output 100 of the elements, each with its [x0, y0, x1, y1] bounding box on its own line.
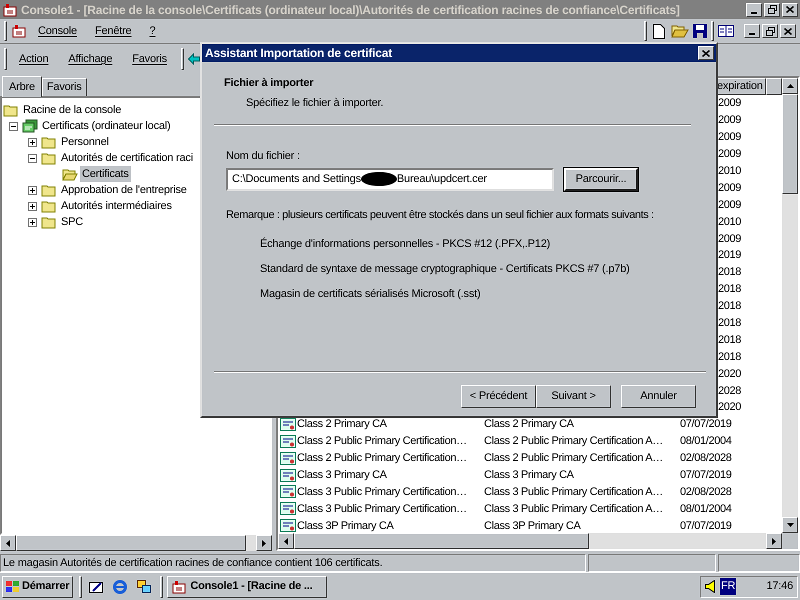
cancel-button[interactable]: Annuler	[621, 385, 696, 408]
browse-button[interactable]: Parcourir...	[564, 168, 638, 190]
scroll-left-button[interactable]	[0, 535, 16, 551]
file-name-field[interactable]: C:\Documents and Settings Bureau\updcert.cer	[226, 168, 554, 190]
window-panes-icon	[718, 25, 734, 37]
tree-item[interactable]: Certificats (ordinateur local)	[40, 118, 172, 134]
format-item: Magasin de certificats sérialisés Microsoft (.sst)	[260, 287, 480, 301]
certificate-icon	[280, 418, 296, 431]
certificate-icon	[280, 519, 296, 532]
table-cell: 2018	[718, 350, 742, 363]
scroll-down-button[interactable]	[782, 517, 798, 533]
start-button[interactable]: Démarrer	[2, 576, 74, 598]
tree-item[interactable]: Certificats	[80, 166, 131, 182]
menu-item[interactable]: Affichage	[60, 48, 120, 70]
console-icon	[2, 2, 18, 18]
taskbar-button[interactable]: Console1 - [Racine de ...	[167, 576, 328, 598]
table-cell: 2018	[718, 317, 742, 330]
windows-logo-icon	[6, 580, 20, 592]
table-cell: 2009	[718, 131, 742, 144]
folder-icon	[62, 166, 78, 182]
menu-item[interactable]: Fenêtre	[88, 20, 138, 42]
table-cell: 2018	[718, 266, 742, 278]
minimize-icon	[751, 12, 757, 14]
right-arrow-icon	[772, 538, 776, 544]
table-cell: Class 3 Public Primary Certification A…	[484, 486, 663, 498]
tree-item[interactable]: Autorités de certification raci	[59, 150, 195, 166]
table-cell: Class 3 Public Primary Certification A…	[484, 502, 663, 515]
expand-icon[interactable]	[28, 138, 37, 146]
minimize-button[interactable]	[744, 24, 760, 38]
table-cell: 2020	[718, 368, 742, 380]
table-cell: 08/01/2004	[680, 502, 732, 515]
table-cell: 02/08/2028	[680, 486, 732, 498]
table-cell: 2009	[718, 232, 742, 245]
tab[interactable]: Arbre	[2, 76, 42, 97]
toolbar-grip	[711, 21, 714, 41]
scroll-up-button[interactable]	[782, 78, 798, 94]
language-indicator[interactable]: FR	[720, 578, 736, 595]
table-cell: 2018	[718, 334, 742, 346]
scroll-right-button[interactable]	[766, 533, 782, 549]
menu-item[interactable]: Console	[31, 20, 84, 42]
tree-item[interactable]: Autorités intermédiaires	[59, 198, 174, 214]
tree-item[interactable]: Approbation de l'entreprise	[59, 182, 189, 198]
next-button[interactable]: Suivant >	[536, 385, 611, 408]
horizontal-scrollbar[interactable]	[0, 535, 272, 551]
down-arrow-icon	[786, 523, 794, 527]
left-arrow-icon	[6, 540, 10, 546]
scroll-thumb[interactable]	[16, 535, 246, 551]
restore-button[interactable]	[762, 24, 778, 38]
restore-button[interactable]	[764, 2, 780, 16]
browser-icon	[113, 580, 128, 594]
format-item: Échange d'informations personnelles - PKCS #12 (.PFX,.P12)	[260, 236, 550, 251]
tab[interactable]: Favoris	[42, 78, 87, 96]
tree-item[interactable]: Personnel	[59, 134, 111, 150]
left-arrow-icon	[284, 538, 288, 544]
speaker-icon	[705, 580, 716, 593]
table-cell: Class 2 Public Primary Certification…	[297, 435, 467, 448]
scroll-left-button[interactable]	[278, 533, 294, 549]
table-cell: 2010	[718, 216, 742, 228]
close-button[interactable]	[698, 46, 714, 60]
menu-item[interactable]: Action	[11, 48, 56, 70]
table-cell: Class 2 Public Primary Certification A…	[484, 452, 663, 464]
dialog-title: Assistant Importation de certificat	[205, 45, 392, 62]
table-cell: 2010	[718, 165, 742, 177]
tree-item[interactable]: Racine de la console	[21, 102, 124, 118]
toolbar-grip	[4, 48, 7, 70]
page-heading: Fichier à importer	[224, 76, 314, 91]
close-button[interactable]	[782, 2, 798, 16]
back-button[interactable]: < Précédent	[461, 385, 536, 408]
scroll-thumb[interactable]	[782, 94, 798, 194]
expand-icon[interactable]	[28, 186, 37, 194]
expand-icon[interactable]	[28, 202, 37, 210]
menu-item[interactable]: Favoris	[124, 48, 175, 70]
horizontal-scrollbar[interactable]	[278, 533, 782, 549]
certificate-store-icon	[22, 118, 38, 134]
vertical-scrollbar[interactable]	[782, 78, 798, 533]
table-cell: 08/01/2004	[680, 435, 732, 448]
collapse-icon[interactable]	[28, 154, 37, 162]
table-cell: 2018	[718, 283, 742, 296]
scroll-right-button[interactable]	[256, 535, 272, 551]
tree-item[interactable]: SPC	[59, 214, 86, 230]
scroll-thumb[interactable]	[294, 533, 589, 549]
folder-icon	[41, 150, 57, 166]
collapse-icon[interactable]	[9, 122, 18, 130]
format-item: Standard de syntaxe de message cryptographique - Certificats PKCS #7 (.p7b)	[260, 262, 630, 276]
certificate-icon	[280, 452, 296, 465]
expand-icon[interactable]	[28, 218, 37, 226]
clock: 17:46	[766, 579, 793, 594]
table-cell: 2019	[718, 249, 742, 262]
table-cell: Class 3P Primary CA	[484, 520, 580, 532]
restore-icon	[766, 26, 774, 36]
minimize-button[interactable]	[746, 2, 762, 16]
close-button[interactable]	[780, 24, 796, 38]
table-cell: Class 2 Public Primary Certification A…	[484, 435, 663, 448]
field-label: Nom du fichier :	[226, 149, 300, 164]
column-header[interactable]	[766, 78, 782, 95]
menu-item[interactable]: ?	[142, 20, 162, 42]
certificate-icon	[280, 468, 296, 482]
folder-icon	[41, 182, 57, 198]
table-cell: 07/07/2019	[680, 469, 732, 482]
table-cell: Class 3 Public Primary Certification…	[297, 502, 467, 515]
